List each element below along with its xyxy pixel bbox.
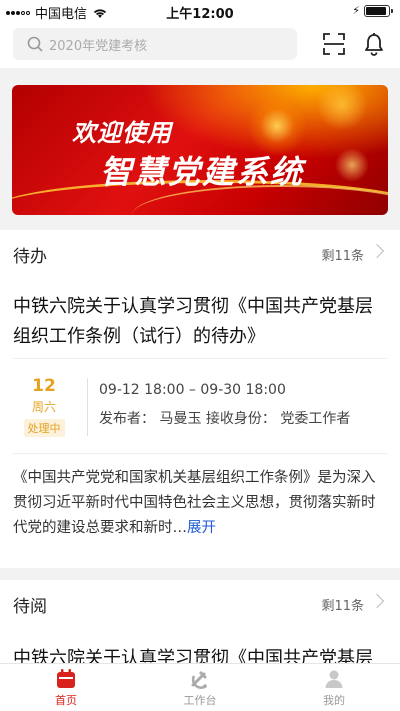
search-placeholder: 2020年党建考核 bbox=[49, 38, 148, 54]
publisher-info: 发布者： 马曼玉 接收身份： 党委工作者 bbox=[99, 411, 351, 427]
calendar-icon bbox=[57, 669, 75, 688]
toread-card[interactable]: 中铁六院关于认真学习贯彻《中国共产党基层 bbox=[0, 628, 400, 663]
date-day: 12 bbox=[32, 376, 56, 396]
divider bbox=[87, 378, 88, 436]
charging-icon: ⚡ bbox=[352, 4, 360, 17]
section-title: 待办 bbox=[13, 247, 47, 267]
tab-mine[interactable]: 我的 bbox=[294, 668, 374, 708]
tab-label: 首页 bbox=[55, 694, 77, 707]
status-bar: 中国电信 上午12:00 ⚡ bbox=[0, 0, 400, 22]
tab-home[interactable]: 首页 bbox=[26, 668, 106, 708]
person-icon bbox=[325, 670, 343, 688]
remaining-count: 剩11条 bbox=[321, 599, 364, 614]
chevron-right-icon bbox=[369, 593, 385, 609]
section-title: 待阅 bbox=[13, 597, 47, 617]
time-range: 09-12 18:00 – 09-30 18:00 bbox=[99, 382, 286, 398]
date-weekday: 周六 bbox=[31, 400, 56, 414]
welcome-banner[interactable]: 欢迎使用 智慧党建系统 bbox=[12, 85, 388, 215]
banner-line1: 欢迎使用 bbox=[72, 119, 172, 147]
todo-title: 中铁六院关于认真学习贯彻《中国共产党基层组织工作条例（试行）的待办》 bbox=[13, 296, 373, 347]
bell-icon[interactable] bbox=[363, 32, 385, 56]
todo-description: 《中国共产党党和国家机关基层组织工作条例》是为深入贯彻习近平新时代中国特色社会主… bbox=[13, 466, 388, 541]
top-bar: 2020年党建考核 bbox=[0, 22, 400, 68]
chevron-right-icon bbox=[369, 243, 385, 259]
expand-link[interactable]: 展开 bbox=[187, 520, 216, 536]
divider bbox=[13, 358, 387, 359]
firework-decoration bbox=[312, 85, 372, 135]
toread-title: 中铁六院关于认真学习贯彻《中国共产党基层 bbox=[13, 648, 373, 663]
party-emblem-icon bbox=[191, 671, 207, 689]
banner-line2: 智慧党建系统 bbox=[100, 153, 305, 191]
todo-section-header[interactable]: 待办 剩11条 bbox=[0, 230, 400, 278]
search-icon bbox=[27, 36, 43, 52]
scan-icon[interactable] bbox=[322, 32, 346, 56]
search-input[interactable]: 2020年党建考核 bbox=[13, 28, 297, 60]
firework-decoration bbox=[332, 145, 372, 185]
status-badge: 处理中 bbox=[23, 419, 65, 437]
tab-workbench[interactable]: 工作台 bbox=[160, 668, 240, 708]
divider bbox=[13, 453, 387, 454]
date-box: 12 周六 处理中 bbox=[13, 376, 75, 437]
toread-section-header[interactable]: 待阅 剩11条 bbox=[0, 580, 400, 628]
tab-bar: 首页 工作台 我的 bbox=[0, 663, 400, 711]
tab-label: 我的 bbox=[323, 694, 345, 707]
tab-label: 工作台 bbox=[183, 694, 217, 707]
todo-card[interactable]: 中铁六院关于认真学习贯彻《中国共产党基层组织工作条例（试行）的待办》 12 周六… bbox=[0, 278, 400, 568]
remaining-count: 剩11条 bbox=[321, 249, 364, 264]
status-time: 上午12:00 bbox=[166, 7, 234, 22]
battery-icon bbox=[364, 5, 393, 17]
